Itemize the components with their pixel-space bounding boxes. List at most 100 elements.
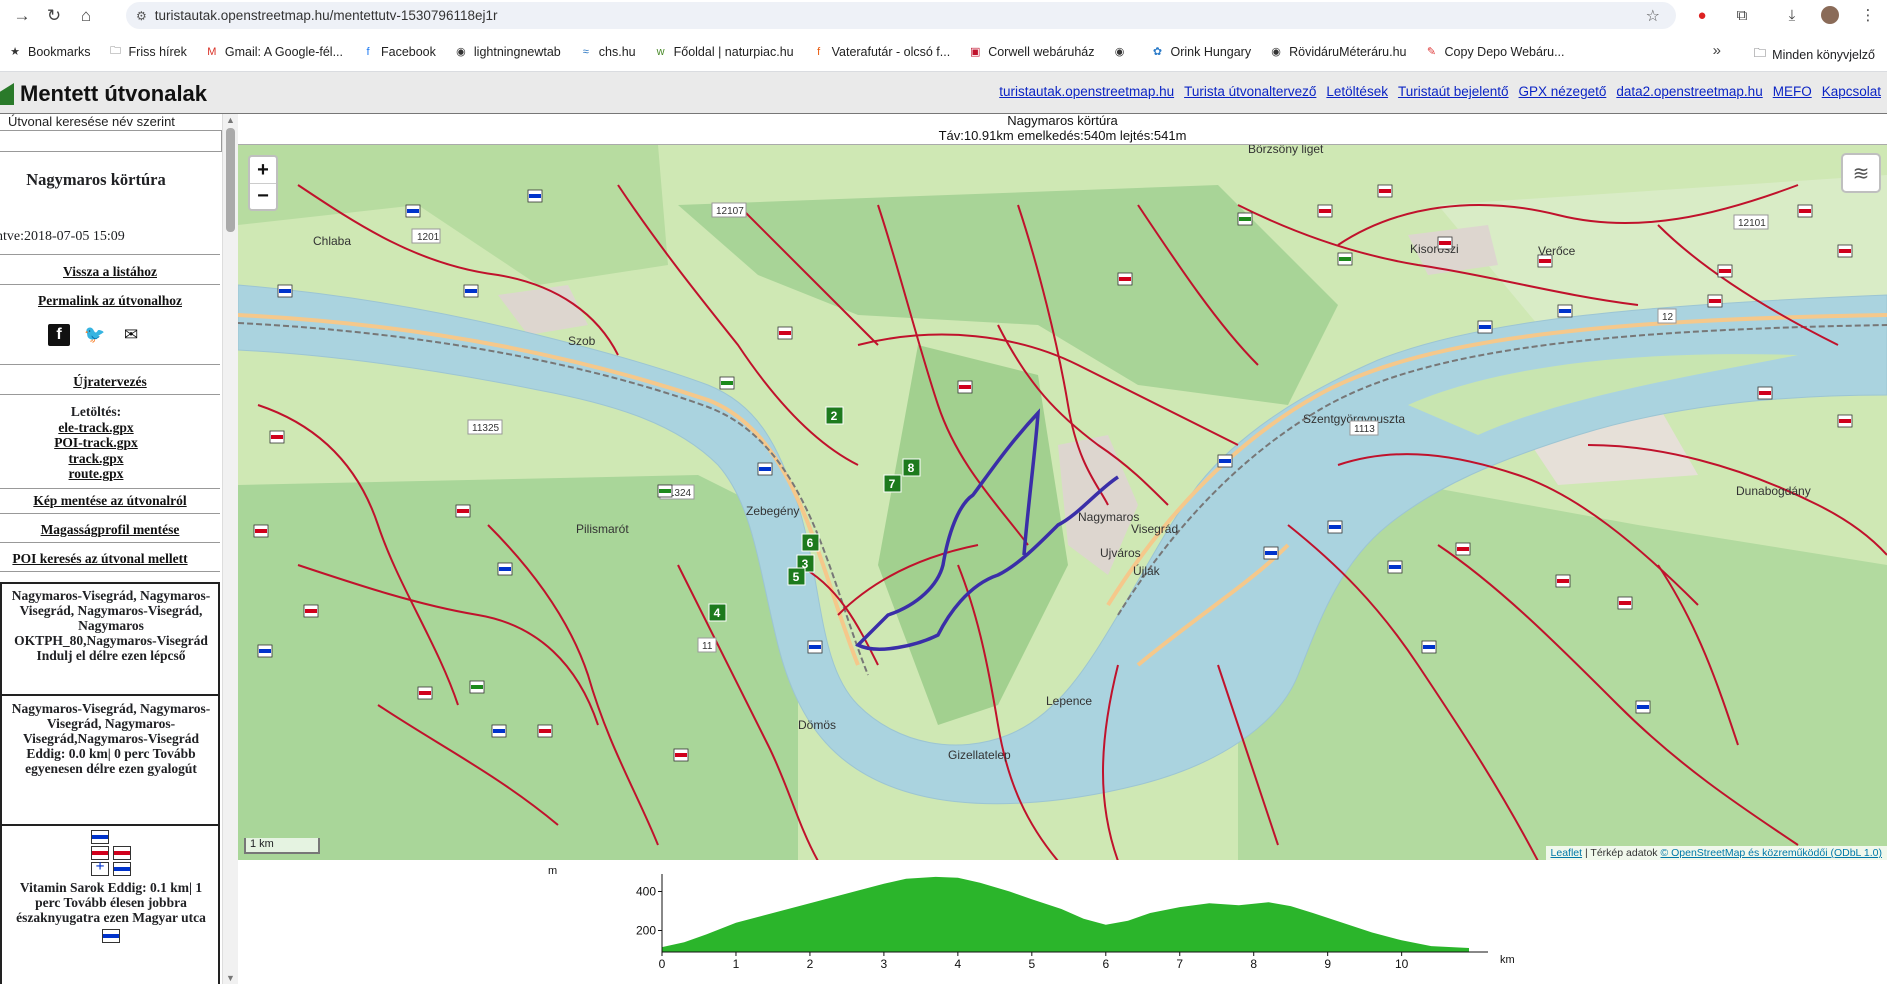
bookmark-label: Vaterafutár - olcsó f...	[831, 44, 951, 59]
extensions-puzzle-icon[interactable]: ⧉	[1730, 4, 1754, 26]
download-poi-track[interactable]: POI-track.gpx	[0, 435, 192, 451]
sidebar-scrollbar[interactable]: ▲ ▼	[222, 114, 238, 984]
bookmark-item[interactable]: f Vaterafutár - olcsó f...	[812, 44, 951, 59]
save-image-link[interactable]: Kép mentése az útvonalról	[0, 493, 220, 509]
top-nav-link[interactable]: Kapcsolat	[1822, 84, 1881, 99]
x-tick-label: 3	[881, 957, 888, 971]
bookmark-label: RövidáruMéteráru.hu	[1289, 44, 1407, 59]
bookmark-label: Facebook	[380, 44, 436, 59]
map-route-stats: Táv:10.91km emelkedés:540m lejtés:541m	[938, 127, 1187, 143]
route-step[interactable]: Nagymaros-Visegrád, Nagymaros-Visegrád, …	[0, 584, 220, 696]
top-nav-link[interactable]: Turista útvonaltervező	[1184, 84, 1316, 99]
trail-marker-stripe	[1559, 309, 1571, 313]
place-label-visegrad: Visegrád	[1131, 522, 1178, 536]
replan-link[interactable]: Újratervezés	[0, 374, 220, 390]
zoom-control: + −	[248, 155, 278, 211]
top-nav-link[interactable]: GPX nézegető	[1519, 84, 1607, 99]
back-to-list-link[interactable]: Vissza a listához	[0, 264, 220, 280]
bookmark-item[interactable]: ◉ RövidáruMéteráru.hu	[1269, 45, 1406, 59]
download-route[interactable]: route.gpx	[0, 466, 192, 482]
poi-search-link[interactable]: POI keresés az útvonal mellett	[0, 551, 210, 567]
mail-icon[interactable]: ✉	[120, 324, 142, 346]
top-nav-link[interactable]: turistautak.openstreetmap.hu	[999, 84, 1174, 99]
trail-marker-stripe	[1457, 547, 1469, 551]
trail-marker-stripe	[1119, 277, 1131, 281]
top-nav-link[interactable]: Letöltések	[1326, 84, 1388, 99]
top-nav-link[interactable]: MEFO	[1773, 84, 1812, 99]
bookmark-item[interactable]: ▣ Corwell webáruház	[968, 45, 1095, 59]
bookmark-item[interactable]: 🗀 Friss hírek	[109, 45, 187, 59]
place-label-zebegeny: Zebegény	[746, 504, 799, 518]
bookmark-item[interactable]: ◉ lightningnewtab	[454, 45, 561, 59]
leaflet-link[interactable]: Leaflet	[1551, 847, 1583, 859]
y-tick-label: 400	[636, 885, 656, 899]
layers-icon[interactable]: ≋	[1841, 153, 1881, 193]
facebook-icon: f	[366, 45, 370, 58]
trail-marker-stripe	[255, 529, 267, 533]
bookmark-item[interactable]: ◉	[1113, 45, 1133, 59]
trail-marker-stripe	[1389, 565, 1401, 569]
home-icon[interactable]: ⌂	[70, 2, 102, 30]
bookmark-label: Friss hírek	[128, 44, 187, 59]
route-step[interactable]: Nagymaros-Visegrád, Nagymaros-Visegrád, …	[0, 696, 220, 826]
svg-text:11325: 11325	[472, 423, 500, 434]
avatar[interactable]	[1818, 4, 1842, 26]
bookmark-label: Copy Depo Webáru...	[1444, 44, 1565, 59]
download-icon[interactable]: ⤓	[1780, 4, 1804, 26]
bookmark-item[interactable]: ≈ chs.hu	[579, 45, 636, 59]
map-view[interactable]: Szob Chlaba Zebegény Nagymaros Visegrád …	[238, 144, 1887, 860]
trail-marker-stripe	[1839, 419, 1851, 423]
more-bookmarks-icon[interactable]: »	[1713, 42, 1721, 59]
blue-stripe-marker-icon	[91, 830, 109, 844]
route-search-input[interactable]	[0, 130, 222, 152]
scroll-up-icon[interactable]: ▲	[226, 115, 235, 125]
download-track[interactable]: track.gpx	[0, 451, 192, 467]
permalink-link[interactable]: Permalink az útvonalhoz	[0, 293, 220, 309]
bookmark-label: Gmail: A Google-fél...	[224, 44, 343, 59]
scroll-down-icon[interactable]: ▼	[226, 973, 235, 983]
download-ele-track[interactable]: ele-track.gpx	[0, 420, 192, 436]
bookmark-item[interactable]: f Facebook	[361, 44, 436, 59]
bookmark-item[interactable]: M Gmail: A Google-fél...	[205, 45, 343, 59]
divider	[0, 284, 220, 285]
top-nav-link[interactable]: data2.openstreetmap.hu	[1616, 84, 1762, 99]
bookmark-item[interactable]: ✎ Copy Depo Webáru...	[1425, 45, 1565, 59]
globe-icon: ◉	[456, 46, 466, 58]
forward-icon[interactable]: →	[6, 2, 38, 30]
facebook-icon[interactable]: f	[48, 324, 70, 346]
bookmark-star-icon[interactable]: ☆	[1646, 6, 1660, 26]
site-info-icon[interactable]: ⚙	[136, 9, 147, 23]
extension-red-icon[interactable]: ●	[1690, 4, 1714, 26]
folder-icon: 🗀	[110, 45, 122, 57]
zoom-in-button[interactable]: +	[250, 157, 276, 183]
save-profile-link[interactable]: Magasságprofil mentése	[0, 522, 220, 538]
svg-text:12101: 12101	[1738, 218, 1766, 229]
svg-text:1201: 1201	[417, 232, 440, 243]
trail-marker-stripe	[1719, 269, 1731, 273]
zoom-out-button[interactable]: −	[250, 183, 276, 209]
place-label-chlaba: Chlaba	[313, 234, 351, 248]
elevation-profile: m km 400 200 0 1 2 3 4 5 6 7 8 9 10	[238, 860, 1887, 984]
address-bar[interactable]: ⚙ turistautak.openstreetmap.hu/mentettut…	[126, 2, 1676, 29]
reload-icon[interactable]: ↻	[38, 2, 70, 30]
trail-marker-stripe	[471, 685, 483, 689]
bookmark-item[interactable]: ★ Bookmarks	[8, 45, 90, 59]
all-bookmarks-folder[interactable]: 🗀 Minden könyvjelző	[1754, 44, 1875, 65]
blue-stripe-marker-icon	[102, 929, 120, 943]
chs-icon: ≈	[582, 45, 589, 58]
map-canvas[interactable]: Szob Chlaba Zebegény Nagymaros Visegrád …	[238, 145, 1887, 860]
place-label-dunabogdany: Dunabogdány	[1736, 484, 1811, 498]
logo-icon	[0, 83, 14, 105]
twitter-icon[interactable]: 🐦	[84, 324, 106, 346]
bookmark-item[interactable]: ✿ Orink Hungary	[1151, 45, 1251, 59]
menu-icon[interactable]: ⋮	[1856, 4, 1880, 26]
url-text: turistautak.openstreetmap.hu/mentettutv-…	[154, 8, 498, 23]
osm-link[interactable]: © OpenStreetMap és közreműködői (ODbL 1.…	[1660, 847, 1882, 859]
waypoint-label: 8	[908, 461, 915, 475]
top-nav-link[interactable]: Turistaút bejelentő	[1398, 84, 1509, 99]
scrollbar-thumb[interactable]	[226, 128, 235, 232]
y-axis-unit: m	[548, 865, 557, 877]
route-step[interactable]: Vitamin Sarok Eddig: 0.1 km| 1 perc Tová…	[0, 826, 220, 984]
bookmark-item[interactable]: w Főoldal | naturpiac.hu	[654, 45, 794, 59]
created-date: ntve:2018-07-05 15:09	[0, 229, 125, 244]
